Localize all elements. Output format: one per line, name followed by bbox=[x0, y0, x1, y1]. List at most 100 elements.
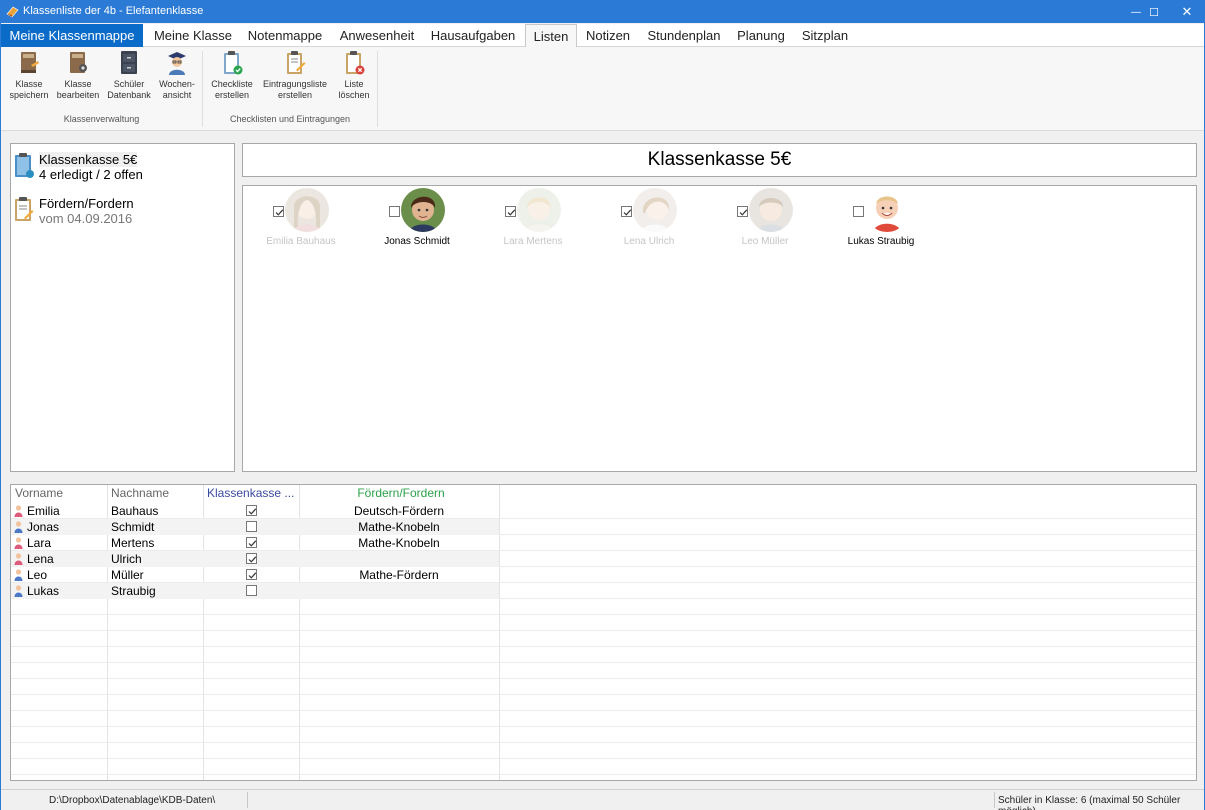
student-checkbox[interactable] bbox=[389, 206, 400, 217]
table-row[interactable]: Jonas Schmidt Mathe-Knobeln bbox=[11, 519, 499, 535]
menu-bar: Meine Klassenmappe Meine Klasse Notenmap… bbox=[1, 24, 1204, 48]
maximize-icon: ☐ bbox=[1149, 6, 1159, 19]
grid-row-line bbox=[11, 710, 1196, 711]
list-item-klassenkasse[interactable]: Klassenkasse 5€ 4 erledigt / 2 offen bbox=[13, 152, 237, 184]
female-student-icon bbox=[14, 551, 23, 567]
ribbon-label: Schüler Datenbank bbox=[107, 79, 151, 100]
student-name: Lukas Straubig bbox=[847, 236, 915, 247]
cell-klassenkasse-checkbox[interactable] bbox=[246, 553, 257, 564]
cell-klassenkasse-checkbox[interactable] bbox=[246, 537, 257, 548]
klasse-bearbeiten-button[interactable]: Klasse bearbeiten bbox=[53, 49, 103, 101]
student-card[interactable]: Lara Mertens bbox=[475, 188, 591, 250]
cell-foerdern: Mathe-Knobeln bbox=[358, 520, 440, 534]
ribbon-label: Liste löschen bbox=[338, 79, 370, 100]
student-checkbox[interactable] bbox=[853, 206, 864, 217]
detail-title: Klassenkasse 5€ bbox=[647, 149, 792, 170]
table-row[interactable]: Emilia Bauhaus Deutsch-Fördern bbox=[11, 503, 499, 519]
col-header-nachname[interactable]: Nachname bbox=[107, 485, 203, 502]
student-checkbox[interactable] bbox=[737, 206, 748, 217]
student-card[interactable]: Emilia Bauhaus bbox=[243, 188, 359, 250]
entry-list-icon bbox=[287, 51, 306, 74]
cell-nachname: Ulrich bbox=[111, 552, 142, 566]
table-row[interactable]: Lukas Straubig bbox=[11, 583, 499, 599]
cell-klassenkasse-checkbox[interactable] bbox=[246, 521, 257, 532]
list-item-foerdern[interactable]: Fördern/Fordern vom 04.09.2016 bbox=[13, 196, 237, 228]
table-row[interactable]: Lara Mertens Mathe-Knobeln bbox=[11, 535, 499, 551]
tab-anwesenheit[interactable]: Anwesenheit bbox=[337, 24, 417, 47]
cell-vorname: Leo bbox=[27, 568, 48, 582]
wochenansicht-button[interactable]: Wochen- ansicht bbox=[152, 49, 202, 101]
student-checkbox[interactable] bbox=[621, 206, 632, 217]
tab-sitzplan[interactable]: Sitzplan bbox=[797, 24, 853, 47]
student-checkbox[interactable] bbox=[273, 206, 284, 217]
edit-book-icon bbox=[70, 52, 87, 73]
close-button[interactable]: ✕ bbox=[1167, 1, 1205, 23]
tab-planung[interactable]: Planung bbox=[733, 24, 789, 47]
save-book-icon bbox=[21, 52, 39, 73]
title-bar: Klassenliste der 4b - Elefantenklasse — … bbox=[1, 1, 1204, 23]
cell-nachname: Schmidt bbox=[111, 520, 155, 534]
table-row[interactable]: Lena Ulrich bbox=[11, 551, 499, 567]
app-window: Klassenliste der 4b - Elefantenklasse — … bbox=[0, 0, 1205, 810]
schueler-datenbank-button[interactable]: Schüler Datenbank bbox=[104, 49, 154, 101]
checklist-icon bbox=[224, 51, 243, 75]
cell-nachname: Bauhaus bbox=[111, 504, 159, 518]
list-item-title: Klassenkasse 5€ bbox=[39, 152, 138, 167]
tab-notenmappe[interactable]: Notenmappe bbox=[243, 24, 327, 47]
tab-notizen[interactable]: Notizen bbox=[581, 24, 635, 47]
klasse-speichern-button[interactable]: Klasse speichern bbox=[4, 49, 54, 101]
student-name: Lena Ulrich bbox=[623, 236, 675, 247]
female-student-icon bbox=[14, 535, 23, 551]
liste-loeschen-button[interactable]: Liste löschen bbox=[329, 49, 379, 101]
grid-row-line bbox=[11, 630, 1196, 631]
status-path: D:\Dropbox\Datenablage\KDB-Daten\ bbox=[49, 795, 216, 806]
status-student-count: Schüler in Klasse: 6 (maximal 50 Schüler… bbox=[998, 795, 1181, 810]
student-photo bbox=[517, 188, 561, 232]
cell-vorname: Emilia bbox=[27, 504, 60, 518]
col-header-foerdern[interactable]: Fördern/Fordern bbox=[299, 485, 499, 502]
tab-meine-klasse[interactable]: Meine Klasse bbox=[153, 24, 233, 47]
tab-listen[interactable]: Listen bbox=[525, 24, 577, 48]
student-card[interactable]: Lukas Straubig bbox=[823, 188, 939, 250]
student-card[interactable]: Jonas Schmidt bbox=[359, 188, 475, 250]
grid-row-line bbox=[11, 758, 1196, 759]
ribbon-label: Klasse speichern bbox=[9, 79, 49, 100]
tab-stundenplan[interactable]: Stundenplan bbox=[643, 24, 725, 47]
student-table: Vorname Nachname Klassenkasse ... Förder… bbox=[10, 484, 1197, 781]
cell-vorname: Lena bbox=[27, 552, 54, 566]
col-header-klassenkasse[interactable]: Klassenkasse ... bbox=[203, 485, 299, 502]
male-student-icon bbox=[14, 567, 23, 583]
ribbon-separator bbox=[377, 51, 378, 127]
eintragungsliste-erstellen-button[interactable]: Eintragungsliste erstellen bbox=[263, 49, 327, 101]
student-name: Lara Mertens bbox=[503, 236, 563, 247]
tab-app-menu[interactable]: Meine Klassenmappe bbox=[1, 24, 143, 47]
table-row[interactable]: Leo Müller Mathe-Fördern bbox=[11, 567, 499, 583]
tab-hausaufgaben[interactable]: Hausaufgaben bbox=[427, 24, 519, 47]
grid-row-line bbox=[11, 694, 1196, 695]
cell-klassenkasse-checkbox[interactable] bbox=[246, 585, 257, 596]
student-name: Leo Müller bbox=[741, 236, 789, 247]
student-card[interactable]: Leo Müller bbox=[707, 188, 823, 250]
cell-foerdern bbox=[299, 551, 499, 567]
ribbon-label: Eintragungsliste erstellen bbox=[263, 79, 328, 100]
grid-row-line bbox=[11, 774, 1196, 775]
cell-klassenkasse-checkbox[interactable] bbox=[246, 569, 257, 580]
close-icon: ✕ bbox=[1181, 4, 1193, 19]
student-card[interactable]: Lena Ulrich bbox=[591, 188, 707, 250]
student-name: Emilia Bauhaus bbox=[266, 236, 336, 247]
status-separator bbox=[994, 792, 995, 808]
checkliste-erstellen-button[interactable]: Checkliste erstellen bbox=[207, 49, 257, 101]
entry-list-icon bbox=[15, 197, 34, 221]
student-photo bbox=[633, 188, 677, 232]
detail-header: Klassenkasse 5€ bbox=[242, 143, 1197, 177]
student-checkbox[interactable] bbox=[505, 206, 516, 217]
grid-row-line bbox=[11, 614, 1196, 615]
col-header-vorname[interactable]: Vorname bbox=[11, 485, 107, 502]
cell-foerdern: Mathe-Knobeln bbox=[358, 536, 440, 550]
checklist-icon bbox=[15, 153, 34, 178]
delete-list-icon bbox=[346, 51, 365, 75]
cell-klassenkasse-checkbox[interactable] bbox=[246, 505, 257, 516]
male-student-icon bbox=[14, 519, 23, 535]
ribbon-label: Klasse bearbeiten bbox=[56, 79, 100, 100]
cell-foerdern: Mathe-Fördern bbox=[359, 568, 439, 582]
